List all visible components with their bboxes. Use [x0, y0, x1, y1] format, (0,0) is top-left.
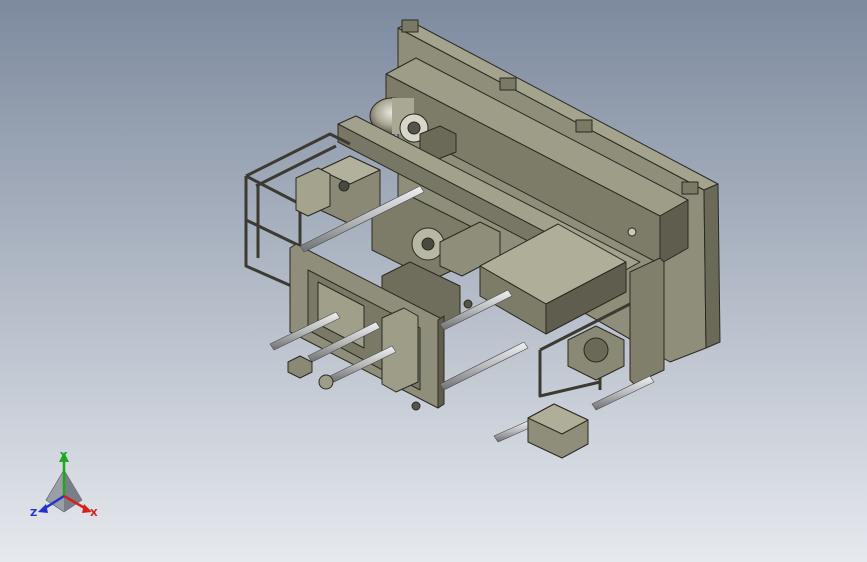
machine-assembly-view[interactable]: Y X Z: [0, 0, 867, 562]
front-knob[interactable]: [318, 374, 334, 390]
base-bolt: [411, 401, 421, 411]
gear-hub: [421, 237, 435, 251]
right-support-column[interactable]: [629, 257, 665, 385]
front-press-plate-side: [437, 315, 445, 409]
y-axis-label: Y: [59, 451, 68, 462]
lower-motor-face: [583, 337, 609, 363]
cad-viewport[interactable]: Y X Z: [0, 0, 867, 562]
z-axis-label: Z: [30, 508, 37, 519]
base-bolt: [463, 299, 473, 309]
back-frame-side: [703, 183, 721, 349]
x-axis-label: X: [90, 508, 98, 519]
clamp-unit[interactable]: [295, 167, 331, 217]
mold-bolt: [338, 180, 350, 192]
housing-bolt: [627, 227, 637, 237]
